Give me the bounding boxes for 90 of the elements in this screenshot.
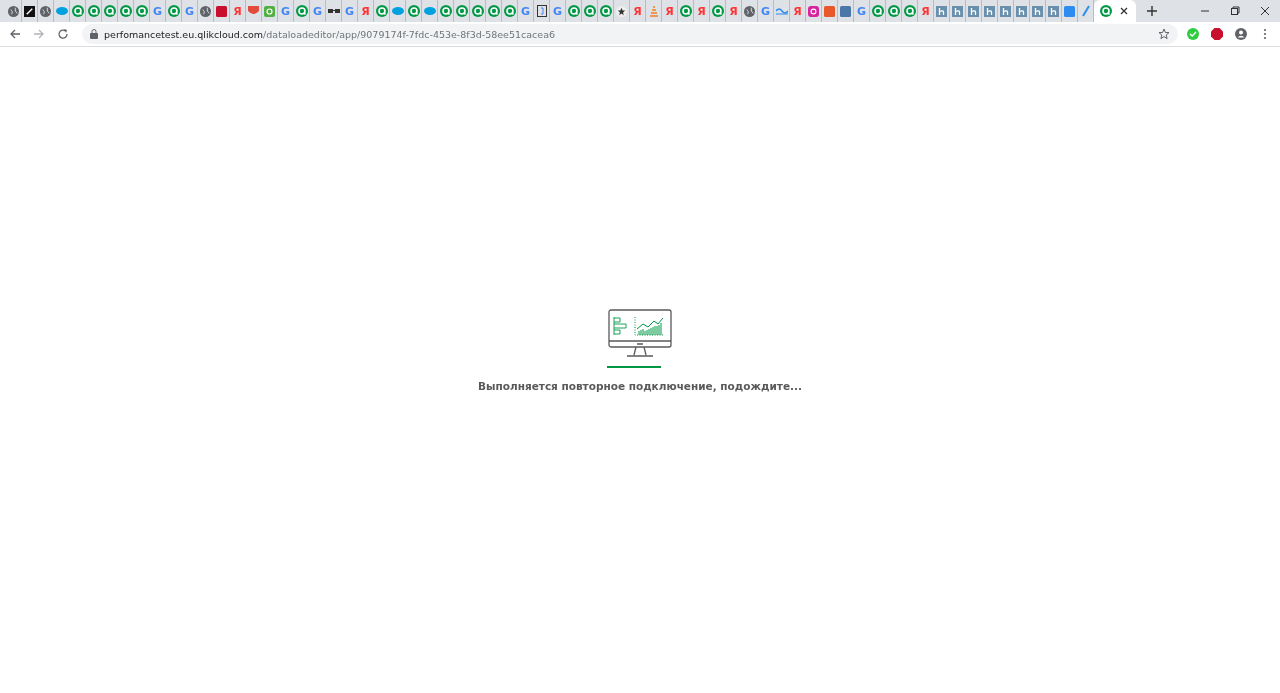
- address-bar[interactable]: perfomancetest.eu.qlikcloud.com/dataloadeditor/app/9079174f-7fdc-453e-8f3d-58ee51cacea6: [82, 24, 1178, 44]
- square-icon[interactable]: [824, 5, 835, 17]
- qlik-icon[interactable]: [407, 5, 420, 17]
- letter-icon[interactable]: G: [553, 5, 562, 17]
- profile-button[interactable]: [1232, 25, 1250, 43]
- letter-icon[interactable]: G: [761, 5, 770, 17]
- letter-icon[interactable]: G: [521, 5, 530, 17]
- forward-arrow-icon: [33, 28, 45, 40]
- shield-icon[interactable]: [248, 5, 259, 17]
- back-arrow-icon: [9, 28, 21, 40]
- reload-icon: [57, 28, 69, 40]
- square-icon[interactable]: [840, 5, 851, 17]
- qlik-icon[interactable]: [599, 5, 612, 17]
- qlik-icon[interactable]: [455, 5, 468, 17]
- reconnecting-message: Выполняется повторное подключение, подождите...: [478, 379, 802, 392]
- cloud-icon[interactable]: [391, 7, 404, 15]
- square-icon[interactable]: [216, 5, 227, 17]
- letter-icon[interactable]: Я: [697, 5, 706, 17]
- url-text: perfomancetest.eu.qlikcloud.com/dataloadeditor/app/9079174f-7fdc-453e-8f3d-58ee51cacea6: [104, 28, 556, 40]
- loading-bar: [607, 365, 661, 368]
- lock-icon: [90, 29, 98, 39]
- pen-icon[interactable]: [24, 5, 35, 17]
- qlik-icon[interactable]: [503, 5, 516, 17]
- qlik-icon[interactable]: [871, 5, 884, 17]
- tile-icon[interactable]: [968, 5, 979, 17]
- qlik-square-icon[interactable]: [264, 5, 275, 17]
- letter-icon[interactable]: G: [345, 5, 354, 17]
- close-icon: [1259, 5, 1271, 17]
- star-icon[interactable]: [616, 5, 627, 17]
- profile-icon: [1235, 28, 1247, 40]
- qlik-icon[interactable]: [887, 5, 900, 17]
- qlik-icon[interactable]: [679, 5, 692, 17]
- slash-icon[interactable]: [1080, 5, 1091, 17]
- qlik-icon[interactable]: [119, 5, 132, 17]
- tile-icon[interactable]: [936, 5, 947, 17]
- qlik-icon[interactable]: [375, 5, 388, 17]
- new-tab-button[interactable]: [1144, 3, 1160, 19]
- letter-icon[interactable]: Я: [233, 5, 242, 17]
- tile-icon[interactable]: [1032, 5, 1043, 17]
- monitor-chart-drawing: [608, 308, 672, 358]
- active-tab[interactable]: [1094, 0, 1136, 22]
- restore-icon: [1229, 5, 1241, 17]
- tile-icon[interactable]: [1016, 5, 1027, 17]
- camera-icon[interactable]: [808, 5, 819, 17]
- bookmark-star-icon[interactable]: [1158, 28, 1170, 40]
- letter-icon[interactable]: Я: [361, 5, 370, 17]
- letter-icon[interactable]: G: [185, 5, 194, 17]
- tile-icon[interactable]: [984, 5, 995, 17]
- plus-icon: [1146, 5, 1158, 17]
- qlik-icon[interactable]: [567, 5, 580, 17]
- tile-icon[interactable]: [1048, 5, 1059, 17]
- letter-icon[interactable]: Я: [921, 5, 930, 17]
- cloud-icon[interactable]: [423, 7, 436, 15]
- cloud-icon[interactable]: [55, 7, 68, 15]
- qlik-icon[interactable]: [583, 5, 596, 17]
- qlik-icon[interactable]: [103, 5, 116, 17]
- tile-icon[interactable]: [1000, 5, 1011, 17]
- wave-icon[interactable]: [775, 7, 788, 15]
- letter-icon[interactable]: G: [313, 5, 322, 17]
- letter-icon[interactable]: Я: [665, 5, 674, 17]
- letter-icon[interactable]: Я: [793, 5, 802, 17]
- letter-icon[interactable]: G: [857, 5, 866, 17]
- check-circle-icon: [1187, 28, 1199, 40]
- qlik-icon[interactable]: [71, 5, 84, 17]
- qlik-icon[interactable]: [295, 5, 308, 17]
- tile-icon[interactable]: [952, 5, 963, 17]
- qlik-icon[interactable]: [439, 5, 452, 17]
- letter-icon[interactable]: Я: [729, 5, 738, 17]
- octagon-icon: [1211, 28, 1223, 40]
- globe-icon[interactable]: [40, 5, 51, 17]
- globe-icon[interactable]: [200, 5, 211, 17]
- qlik-icon[interactable]: [167, 5, 180, 17]
- letter-icon[interactable]: G: [153, 5, 162, 17]
- qlik-icon[interactable]: [711, 5, 724, 17]
- qlik-icon[interactable]: [87, 5, 100, 17]
- qlik-icon[interactable]: [471, 5, 484, 17]
- extension-button[interactable]: [1208, 25, 1226, 43]
- close-tab-button[interactable]: [1118, 5, 1130, 17]
- square-icon[interactable]: [1064, 5, 1075, 17]
- letter-icon[interactable]: Я: [633, 5, 642, 17]
- qlik-icon[interactable]: [1100, 5, 1112, 17]
- qlik-icon[interactable]: [135, 5, 148, 17]
- close-icon: [1118, 5, 1130, 17]
- qlik-icon[interactable]: [903, 5, 916, 17]
- globe-icon[interactable]: [8, 5, 19, 17]
- document-icon[interactable]: [536, 5, 547, 17]
- globe-icon[interactable]: [744, 5, 755, 17]
- qlik-icon[interactable]: [487, 5, 500, 17]
- glasses-icon[interactable]: [327, 8, 340, 14]
- letter-icon[interactable]: G: [281, 5, 290, 17]
